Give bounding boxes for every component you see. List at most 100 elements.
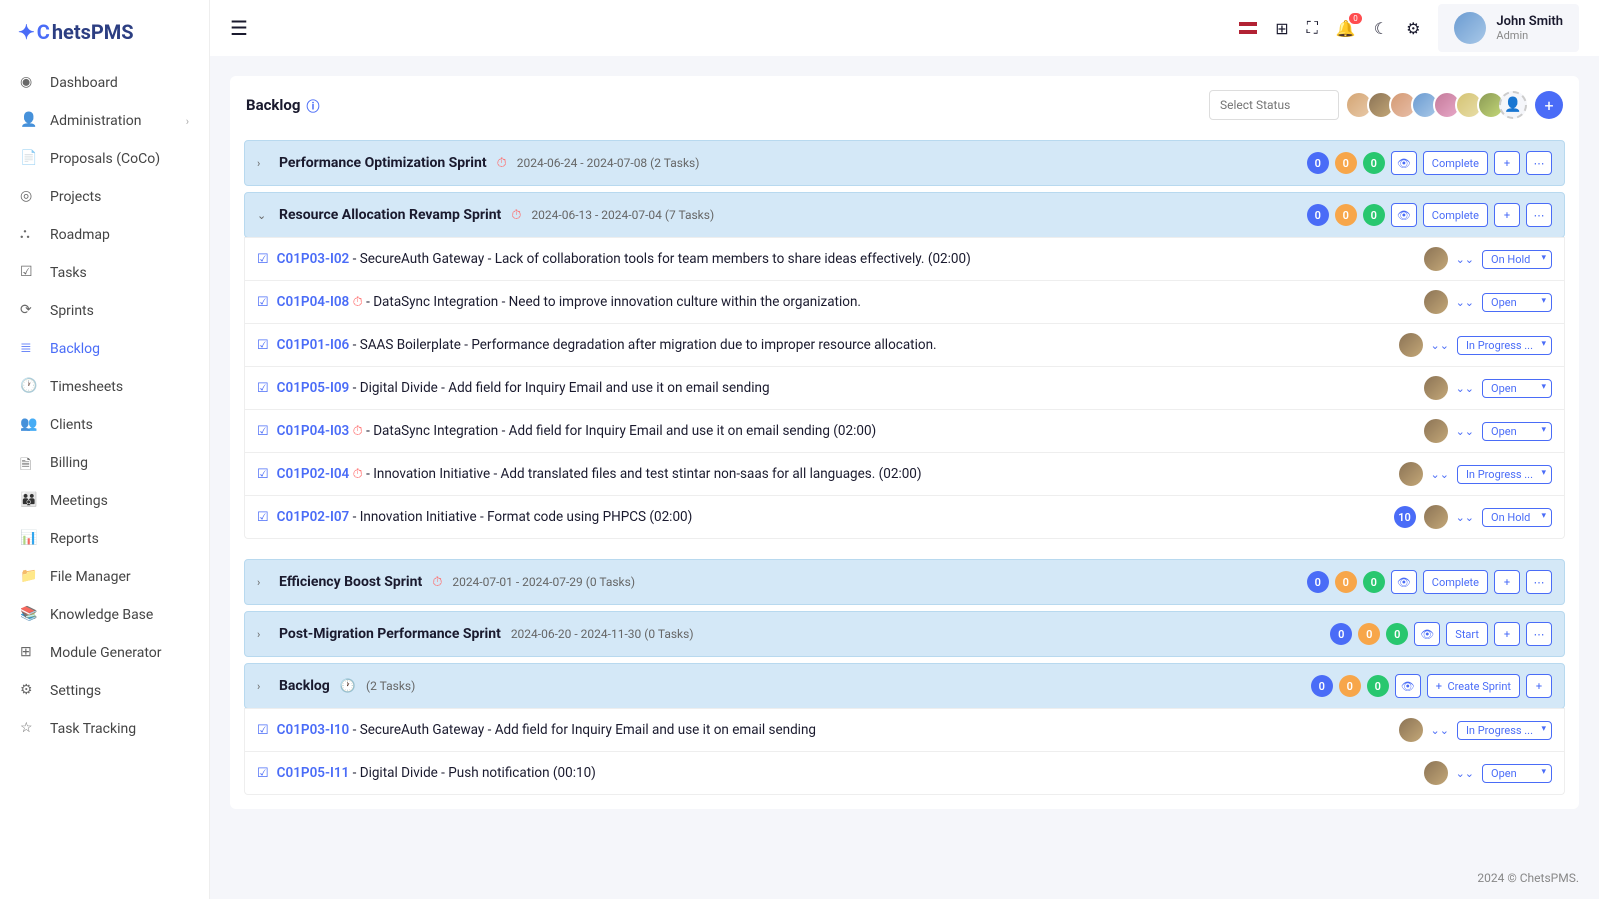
priority-icon[interactable]: ⌄⌄ [1456, 253, 1474, 266]
assignee-avatar[interactable] [1424, 761, 1448, 785]
sprint-meta: 2024-07-01 - 2024-07-29 (0 Tasks) [452, 575, 635, 589]
sprint-action-button[interactable]: Complete [1423, 151, 1488, 175]
expand-icon[interactable]: › [257, 576, 269, 589]
task-code[interactable]: C01P02-I04 [277, 466, 350, 482]
status-select[interactable]: Open [1482, 379, 1552, 398]
logo[interactable]: ✦ ChetsPMS [0, 12, 209, 64]
task-code[interactable]: C01P03-I02 [277, 251, 350, 267]
expand-icon[interactable]: › [257, 680, 269, 693]
task-code[interactable]: C01P05-I09 [277, 380, 350, 396]
task-code[interactable]: C01P01-I06 [277, 337, 350, 353]
task-code[interactable]: C01P05-I11 [277, 765, 350, 781]
sidebar-item-task-tracking[interactable]: ☆Task Tracking [0, 710, 209, 748]
status-select[interactable]: On Hold [1482, 250, 1552, 269]
menu-toggle-icon[interactable]: ☰ [230, 16, 248, 40]
priority-icon[interactable]: ⌄⌄ [1456, 296, 1474, 309]
bell-icon[interactable]: 🔔0 [1336, 19, 1356, 38]
view-button[interactable]: 👁 [1391, 203, 1417, 227]
add-button[interactable]: + [1494, 570, 1520, 594]
sidebar-item-settings[interactable]: ⚙Settings [0, 672, 209, 710]
sidebar-item-sprints[interactable]: ⟳Sprints [0, 292, 209, 330]
assignee-avatar[interactable] [1424, 419, 1448, 443]
task-code[interactable]: C01P04-I03 [277, 423, 350, 439]
task-code[interactable]: C01P04-I08 [277, 294, 350, 310]
team-avatars[interactable]: 👤 [1351, 91, 1527, 119]
sidebar-item-projects[interactable]: ◎Projects [0, 178, 209, 216]
more-button[interactable]: ⋯ [1526, 570, 1552, 594]
status-select[interactable] [1209, 90, 1339, 120]
sidebar-item-module-generator[interactable]: ⊞Module Generator [0, 634, 209, 672]
sidebar-item-roadmap[interactable]: ⛬Roadmap [0, 216, 209, 254]
sidebar-item-clients[interactable]: 👥Clients [0, 406, 209, 444]
priority-icon[interactable]: ⌄⌄ [1456, 382, 1474, 395]
assignee-avatar[interactable] [1399, 718, 1423, 742]
settings-icon[interactable]: ⚙ [1406, 19, 1420, 38]
sidebar-item-tasks[interactable]: ☑Tasks [0, 254, 209, 292]
expand-icon[interactable]: ⌄ [257, 209, 269, 222]
add-button[interactable]: + [1526, 674, 1552, 698]
priority-icon[interactable]: ⌄⌄ [1431, 724, 1449, 737]
sidebar-item-dashboard[interactable]: ◉Dashboard [0, 64, 209, 102]
status-select[interactable]: In Progress ... [1457, 336, 1552, 355]
view-button[interactable]: 👁 [1391, 151, 1417, 175]
task-row: ☑ C01P03-I02 - SecureAuth Gateway - Lack… [244, 237, 1565, 281]
priority-icon[interactable]: ⌄⌄ [1431, 468, 1449, 481]
status-select[interactable]: Open [1482, 422, 1552, 441]
chevron-right-icon: › [186, 115, 189, 128]
info-icon[interactable]: ⓘ [306, 96, 319, 115]
dark-mode-icon[interactable]: ☾ [1374, 19, 1388, 38]
assignee-avatar[interactable] [1424, 376, 1448, 400]
sidebar-item-billing[interactable]: 🗎Billing [0, 444, 209, 482]
sprint-action-button[interactable]: Complete [1423, 570, 1488, 594]
more-button[interactable]: ⋯ [1526, 203, 1552, 227]
sidebar-item-administration[interactable]: 👤Administration› [0, 102, 209, 140]
fullscreen-icon[interactable]: ⛶ [1307, 18, 1318, 38]
sidebar-item-knowledge-base[interactable]: 📚Knowledge Base [0, 596, 209, 634]
sidebar-item-timesheets[interactable]: 🕐Timesheets [0, 368, 209, 406]
apps-icon[interactable]: ⊞ [1275, 19, 1288, 38]
assignee-avatar[interactable] [1399, 462, 1423, 486]
add-button[interactable]: + [1494, 622, 1520, 646]
sidebar-item-meetings[interactable]: 👪Meetings [0, 482, 209, 520]
sidebar-item-proposals-coco-[interactable]: 📄Proposals (CoCo) [0, 140, 209, 178]
assignee-avatar[interactable] [1424, 247, 1448, 271]
task-code[interactable]: C01P03-I10 [277, 722, 350, 738]
sprint-action-button[interactable]: Start [1446, 622, 1488, 646]
count-badge: 0 [1335, 571, 1357, 593]
add-button[interactable]: + [1494, 203, 1520, 227]
sprint-action-button[interactable]: Complete [1423, 203, 1488, 227]
view-button[interactable]: 👁 [1391, 570, 1417, 594]
priority-icon[interactable]: ⌄⌄ [1456, 425, 1474, 438]
nav-icon: ☑ [20, 264, 38, 282]
sidebar-item-file-manager[interactable]: 📁File Manager [0, 558, 209, 596]
task-icon: ☑ [257, 424, 269, 439]
status-select[interactable]: Open [1482, 764, 1552, 783]
status-select[interactable]: In Progress ... [1457, 465, 1552, 484]
task-code[interactable]: C01P02-I07 [277, 509, 350, 525]
assignee-avatar[interactable] [1424, 290, 1448, 314]
count-badge: 0 [1335, 204, 1357, 226]
status-select[interactable]: On Hold [1482, 508, 1552, 527]
assignee-avatar[interactable] [1424, 505, 1448, 529]
avatar-more[interactable]: 👤 [1499, 91, 1527, 119]
user-menu[interactable]: John Smith Admin [1438, 4, 1579, 52]
add-button[interactable]: + [1494, 151, 1520, 175]
priority-icon[interactable]: ⌄⌄ [1456, 511, 1474, 524]
add-member-button[interactable]: + [1535, 91, 1563, 119]
priority-icon[interactable]: ⌄⌄ [1431, 339, 1449, 352]
more-button[interactable]: ⋯ [1526, 151, 1552, 175]
expand-icon[interactable]: › [257, 628, 269, 641]
more-button[interactable]: ⋯ [1526, 622, 1552, 646]
sidebar-item-reports[interactable]: 📊Reports [0, 520, 209, 558]
view-button[interactable]: 👁 [1414, 622, 1440, 646]
task-text: - Digital Divide - Push notification (00… [353, 765, 596, 781]
sidebar-item-backlog[interactable]: ≣Backlog [0, 330, 209, 368]
assignee-avatar[interactable] [1399, 333, 1423, 357]
priority-icon[interactable]: ⌄⌄ [1456, 767, 1474, 780]
expand-icon[interactable]: › [257, 157, 269, 170]
flag-icon[interactable] [1239, 22, 1257, 34]
status-select[interactable]: Open [1482, 293, 1552, 312]
status-select[interactable]: In Progress ... [1457, 721, 1552, 740]
create-sprint-button[interactable]: + Create Sprint [1427, 674, 1520, 698]
view-button[interactable]: 👁 [1395, 674, 1421, 698]
